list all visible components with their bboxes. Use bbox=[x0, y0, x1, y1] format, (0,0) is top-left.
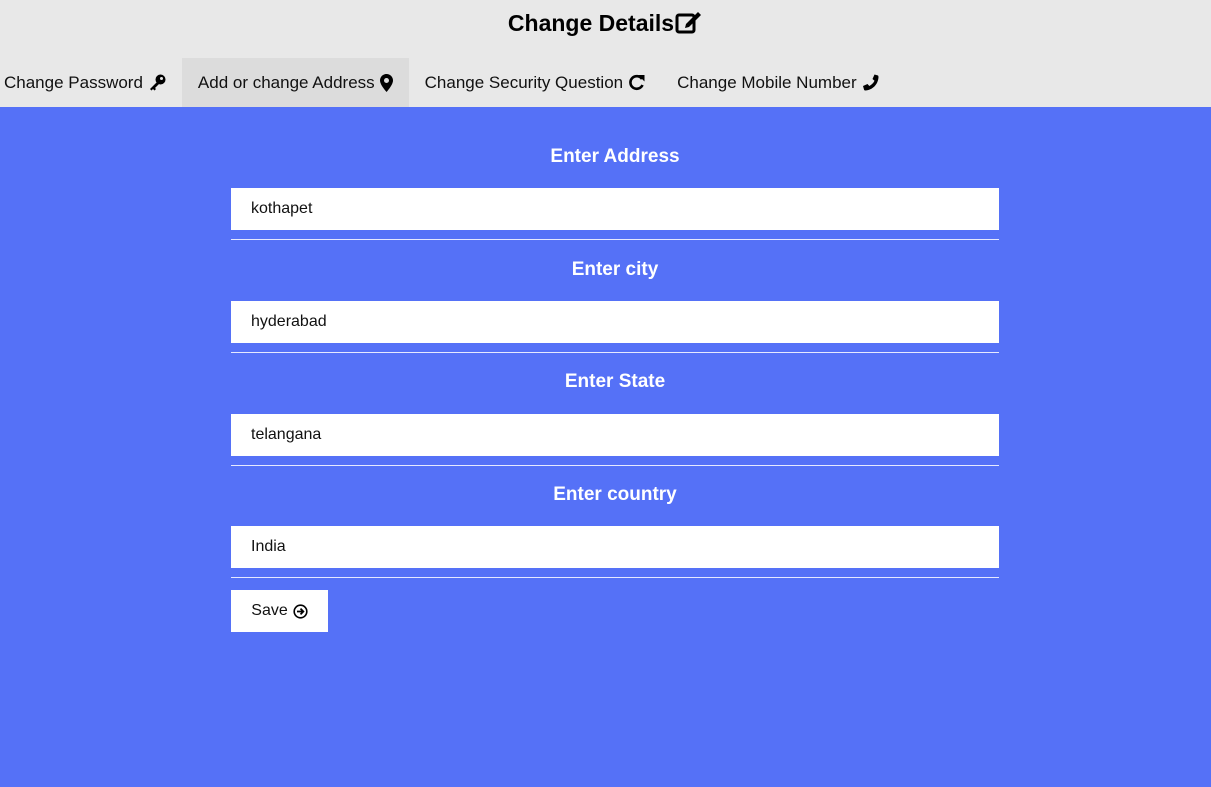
key-icon bbox=[149, 74, 166, 91]
save-button[interactable]: Save bbox=[231, 590, 328, 632]
phone-icon bbox=[862, 74, 879, 91]
country-input[interactable] bbox=[231, 526, 999, 568]
country-label: Enter country bbox=[553, 484, 677, 505]
tab-label: Change Mobile Number bbox=[677, 73, 857, 92]
page-title: Change Details bbox=[0, 8, 1211, 38]
city-field-group: Enter city bbox=[231, 259, 999, 353]
tab-bar: Change Password Add or change Address Ch… bbox=[0, 58, 895, 107]
tab-change-password[interactable]: Change Password bbox=[0, 58, 182, 107]
page-title-text: Change Details bbox=[507, 10, 675, 36]
address-field-group: Enter Address bbox=[231, 146, 999, 240]
divider bbox=[231, 465, 999, 466]
header-bar: Change Details Change Password Add or ch… bbox=[0, 0, 1211, 107]
arrow-circle-right-icon bbox=[293, 603, 308, 619]
state-input[interactable] bbox=[231, 414, 999, 456]
tab-label: Add or change Address bbox=[197, 73, 375, 92]
map-marker-icon bbox=[379, 73, 393, 92]
tab-mobile-number[interactable]: Change Mobile Number bbox=[661, 58, 895, 107]
address-input[interactable] bbox=[231, 188, 999, 230]
state-field-group: Enter State bbox=[231, 371, 999, 466]
tab-label: Change Password bbox=[4, 73, 143, 92]
divider bbox=[231, 239, 999, 240]
address-label: Enter Address bbox=[550, 146, 680, 167]
edit-icon bbox=[675, 12, 702, 34]
tab-label: Change Security Question bbox=[424, 73, 624, 92]
tab-address[interactable]: Add or change Address bbox=[181, 58, 409, 107]
divider bbox=[231, 577, 999, 578]
state-label: Enter State bbox=[564, 371, 666, 392]
city-input[interactable] bbox=[231, 301, 999, 343]
redo-icon bbox=[629, 74, 645, 90]
save-button-label: Save bbox=[251, 602, 288, 619]
divider bbox=[231, 352, 999, 353]
city-label: Enter city bbox=[571, 259, 659, 280]
address-form-panel: Enter Address Enter city Enter State Ent… bbox=[0, 107, 1211, 787]
country-field-group: Enter country bbox=[231, 484, 999, 578]
tab-security-question[interactable]: Change Security Question bbox=[409, 58, 661, 107]
